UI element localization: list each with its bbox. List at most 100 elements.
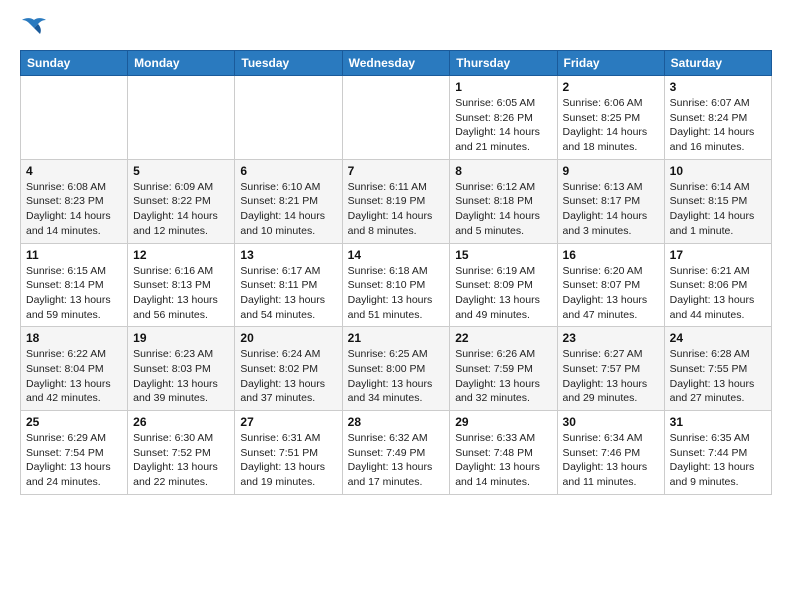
- day-number: 10: [670, 164, 766, 178]
- day-number: 3: [670, 80, 766, 94]
- day-info: Sunrise: 6:21 AMSunset: 8:06 PMDaylight:…: [670, 264, 766, 323]
- day-number: 15: [455, 248, 551, 262]
- week-row-4: 18Sunrise: 6:22 AMSunset: 8:04 PMDayligh…: [21, 327, 772, 411]
- day-number: 21: [348, 331, 445, 345]
- calendar-cell: 29Sunrise: 6:33 AMSunset: 7:48 PMDayligh…: [450, 411, 557, 495]
- day-info: Sunrise: 6:23 AMSunset: 8:03 PMDaylight:…: [133, 347, 229, 406]
- day-info: Sunrise: 6:14 AMSunset: 8:15 PMDaylight:…: [670, 180, 766, 239]
- day-info: Sunrise: 6:25 AMSunset: 8:00 PMDaylight:…: [348, 347, 445, 406]
- calendar-cell: 18Sunrise: 6:22 AMSunset: 8:04 PMDayligh…: [21, 327, 128, 411]
- day-info: Sunrise: 6:29 AMSunset: 7:54 PMDaylight:…: [26, 431, 122, 490]
- day-info: Sunrise: 6:30 AMSunset: 7:52 PMDaylight:…: [133, 431, 229, 490]
- day-info: Sunrise: 6:22 AMSunset: 8:04 PMDaylight:…: [26, 347, 122, 406]
- day-number: 12: [133, 248, 229, 262]
- day-info: Sunrise: 6:11 AMSunset: 8:19 PMDaylight:…: [348, 180, 445, 239]
- day-number: 11: [26, 248, 122, 262]
- calendar-cell: 25 Sunrise: 6:29 AMSunset: 7:54 PMDayligh…: [21, 411, 128, 495]
- calendar-cell: 9 Sunrise: 6:13 AMSunset: 8:17 PMDaylight…: [557, 159, 664, 243]
- day-number: 17: [670, 248, 766, 262]
- header-day-tuesday: Tuesday: [235, 51, 342, 76]
- day-info: Sunrise: 6:28 AMSunset: 7:55 PMDaylight:…: [670, 347, 766, 406]
- day-info: Sunrise: 6:05 AMSunset: 8:26 PMDaylight:…: [455, 96, 551, 155]
- day-info: Sunrise: 6:08 AMSunset: 8:23 PMDaylight:…: [26, 180, 122, 239]
- day-info: Sunrise: 6:13 AMSunset: 8:17 PMDaylight:…: [563, 180, 659, 239]
- day-number: 9: [563, 164, 659, 178]
- calendar-cell: 6 Sunrise: 6:10 AMSunset: 8:21 PMDaylight…: [235, 159, 342, 243]
- calendar-header-row: SundayMondayTuesdayWednesdayThursdayFrid…: [21, 51, 772, 76]
- day-info: Sunrise: 6:09 AMSunset: 8:22 PMDaylight:…: [133, 180, 229, 239]
- day-info: Sunrise: 6:26 AMSunset: 7:59 PMDaylight:…: [455, 347, 551, 406]
- calendar-cell: 17 Sunrise: 6:21 AMSunset: 8:06 PMDayligh…: [664, 243, 771, 327]
- calendar-cell: [128, 76, 235, 160]
- header-day-friday: Friday: [557, 51, 664, 76]
- calendar-cell: 28Sunrise: 6:32 AMSunset: 7:49 PMDayligh…: [342, 411, 450, 495]
- calendar-cell: 16 Sunrise: 6:20 AMSunset: 8:07 PMDayligh…: [557, 243, 664, 327]
- calendar-cell: 24Sunrise: 6:28 AMSunset: 7:55 PMDayligh…: [664, 327, 771, 411]
- calendar-cell: 10 Sunrise: 6:14 AMSunset: 8:15 PMDayligh…: [664, 159, 771, 243]
- week-row-5: 25 Sunrise: 6:29 AMSunset: 7:54 PMDayligh…: [21, 411, 772, 495]
- page-header: [20, 16, 772, 40]
- header-day-sunday: Sunday: [21, 51, 128, 76]
- calendar-cell: 4 Sunrise: 6:08 AMSunset: 8:23 PMDaylight…: [21, 159, 128, 243]
- day-info: Sunrise: 6:15 AMSunset: 8:14 PMDaylight:…: [26, 264, 122, 323]
- calendar-cell: 14 Sunrise: 6:18 AMSunset: 8:10 PMDayligh…: [342, 243, 450, 327]
- calendar-cell: 3Sunrise: 6:07 AMSunset: 8:24 PMDaylight…: [664, 76, 771, 160]
- calendar-cell: 7 Sunrise: 6:11 AMSunset: 8:19 PMDaylight…: [342, 159, 450, 243]
- calendar-cell: 26Sunrise: 6:30 AMSunset: 7:52 PMDayligh…: [128, 411, 235, 495]
- calendar-cell: 23 Sunrise: 6:27 AMSunset: 7:57 PMDayligh…: [557, 327, 664, 411]
- calendar-cell: 31Sunrise: 6:35 AMSunset: 7:44 PMDayligh…: [664, 411, 771, 495]
- day-info: Sunrise: 6:17 AMSunset: 8:11 PMDaylight:…: [240, 264, 336, 323]
- header-day-saturday: Saturday: [664, 51, 771, 76]
- calendar-cell: 22 Sunrise: 6:26 AMSunset: 7:59 PMDayligh…: [450, 327, 557, 411]
- day-number: 8: [455, 164, 551, 178]
- day-info: Sunrise: 6:10 AMSunset: 8:21 PMDaylight:…: [240, 180, 336, 239]
- day-number: 14: [348, 248, 445, 262]
- day-info: Sunrise: 6:19 AMSunset: 8:09 PMDaylight:…: [455, 264, 551, 323]
- day-number: 5: [133, 164, 229, 178]
- day-number: 16: [563, 248, 659, 262]
- day-info: Sunrise: 6:18 AMSunset: 8:10 PMDaylight:…: [348, 264, 445, 323]
- calendar-cell: 5 Sunrise: 6:09 AMSunset: 8:22 PMDaylight…: [128, 159, 235, 243]
- calendar-cell: [342, 76, 450, 160]
- calendar-cell: 12 Sunrise: 6:16 AMSunset: 8:13 PMDayligh…: [128, 243, 235, 327]
- day-number: 28: [348, 415, 445, 429]
- week-row-2: 4 Sunrise: 6:08 AMSunset: 8:23 PMDaylight…: [21, 159, 772, 243]
- week-row-3: 11 Sunrise: 6:15 AMSunset: 8:14 PMDayligh…: [21, 243, 772, 327]
- day-number: 29: [455, 415, 551, 429]
- day-number: 1: [455, 80, 551, 94]
- day-number: 25: [26, 415, 122, 429]
- calendar-cell: 8Sunrise: 6:12 AMSunset: 8:18 PMDaylight…: [450, 159, 557, 243]
- calendar-cell: [21, 76, 128, 160]
- day-number: 7: [348, 164, 445, 178]
- day-info: Sunrise: 6:35 AMSunset: 7:44 PMDaylight:…: [670, 431, 766, 490]
- calendar-cell: 19 Sunrise: 6:23 AMSunset: 8:03 PMDayligh…: [128, 327, 235, 411]
- logo: [20, 16, 52, 40]
- day-info: Sunrise: 6:20 AMSunset: 8:07 PMDaylight:…: [563, 264, 659, 323]
- logo-icon: [20, 16, 48, 40]
- day-info: Sunrise: 6:16 AMSunset: 8:13 PMDaylight:…: [133, 264, 229, 323]
- day-number: 2: [563, 80, 659, 94]
- day-number: 13: [240, 248, 336, 262]
- day-number: 27: [240, 415, 336, 429]
- day-number: 19: [133, 331, 229, 345]
- day-number: 6: [240, 164, 336, 178]
- day-number: 4: [26, 164, 122, 178]
- calendar-cell: 15 Sunrise: 6:19 AMSunset: 8:09 PMDayligh…: [450, 243, 557, 327]
- day-info: Sunrise: 6:27 AMSunset: 7:57 PMDaylight:…: [563, 347, 659, 406]
- calendar-cell: 11 Sunrise: 6:15 AMSunset: 8:14 PMDayligh…: [21, 243, 128, 327]
- day-info: Sunrise: 6:24 AMSunset: 8:02 PMDaylight:…: [240, 347, 336, 406]
- calendar-table: SundayMondayTuesdayWednesdayThursdayFrid…: [20, 50, 772, 495]
- calendar-cell: 1 Sunrise: 6:05 AMSunset: 8:26 PMDaylight…: [450, 76, 557, 160]
- header-day-wednesday: Wednesday: [342, 51, 450, 76]
- calendar-cell: 13 Sunrise: 6:17 AMSunset: 8:11 PMDayligh…: [235, 243, 342, 327]
- day-info: Sunrise: 6:31 AMSunset: 7:51 PMDaylight:…: [240, 431, 336, 490]
- calendar-cell: 27 Sunrise: 6:31 AMSunset: 7:51 PMDayligh…: [235, 411, 342, 495]
- day-info: Sunrise: 6:06 AMSunset: 8:25 PMDaylight:…: [563, 96, 659, 155]
- calendar-cell: 30Sunrise: 6:34 AMSunset: 7:46 PMDayligh…: [557, 411, 664, 495]
- calendar-cell: 20 Sunrise: 6:24 AMSunset: 8:02 PMDayligh…: [235, 327, 342, 411]
- day-number: 22: [455, 331, 551, 345]
- day-number: 30: [563, 415, 659, 429]
- header-day-monday: Monday: [128, 51, 235, 76]
- day-number: 23: [563, 331, 659, 345]
- day-number: 20: [240, 331, 336, 345]
